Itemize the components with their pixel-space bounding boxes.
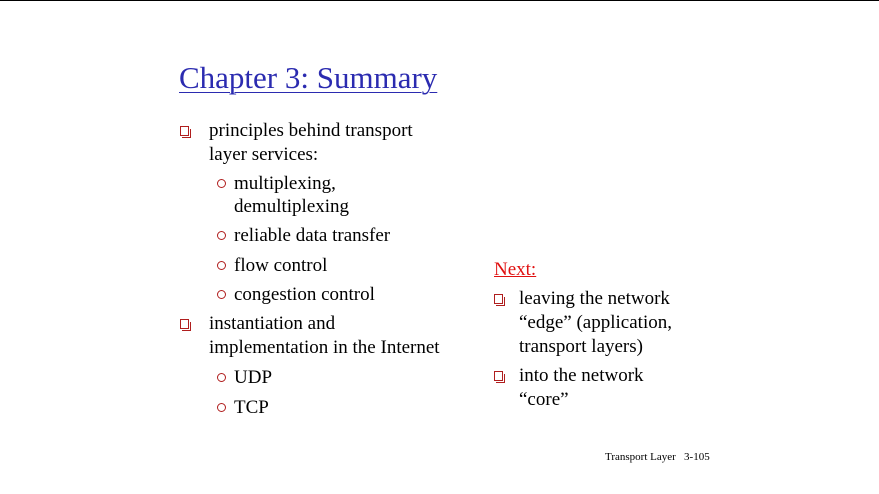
footer-section: Transport Layer: [605, 451, 676, 463]
bullet-line: implementation in the Internet: [209, 337, 440, 358]
slide-title: Chapter 3: Summary: [179, 60, 438, 95]
sub-bullet-multiplexing: multiplexing, demultiplexing: [217, 172, 349, 218]
sub-bullet-line: reliable data transfer: [234, 225, 391, 246]
sub-bullet-reliable-transfer: reliable data transfer: [217, 224, 390, 247]
bullet-transport-principles: principles behind transport layer servic…: [180, 119, 413, 167]
bullet-line: principles behind transport: [209, 120, 413, 141]
square-bullet-icon: [494, 294, 505, 306]
next-bullet-core: into the network “core”: [494, 364, 644, 412]
circle-bullet-icon: [217, 261, 226, 270]
sub-bullet-line: flow control: [234, 255, 328, 276]
bullet-line: “core”: [519, 389, 569, 410]
top-rule: [0, 0, 879, 1]
bullet-line: instantiation and: [209, 313, 336, 334]
bullet-instantiation: instantiation and implementation in the …: [180, 312, 440, 360]
next-heading: Next:: [494, 259, 537, 280]
circle-bullet-icon: [217, 231, 226, 240]
sub-bullet-congestion-control: congestion control: [217, 283, 375, 306]
slide-footer: Transport Layer 3-105: [605, 450, 710, 464]
sub-bullet-line: congestion control: [234, 284, 375, 305]
square-bullet-icon: [180, 319, 191, 331]
bullet-line: layer services:: [209, 144, 319, 165]
bullet-line: leaving the network: [519, 288, 670, 309]
sub-bullet-tcp: TCP: [217, 396, 269, 419]
sub-bullet-flow-control: flow control: [217, 254, 327, 277]
circle-bullet-icon: [217, 403, 226, 412]
circle-bullet-icon: [217, 179, 226, 188]
circle-bullet-icon: [217, 373, 226, 382]
sub-bullet-line: multiplexing,: [234, 173, 336, 194]
footer-page-number: 3-105: [684, 451, 710, 463]
bullet-line: “edge” (application,: [519, 312, 672, 333]
bullet-line: into the network: [519, 365, 644, 386]
sub-bullet-udp: UDP: [217, 366, 272, 389]
circle-bullet-icon: [217, 290, 226, 299]
square-bullet-icon: [180, 126, 191, 138]
next-bullet-edge: leaving the network “edge” (application,…: [494, 287, 672, 359]
square-bullet-icon: [494, 371, 505, 383]
sub-bullet-line: demultiplexing: [234, 196, 350, 217]
bullet-line: transport layers): [519, 336, 643, 357]
